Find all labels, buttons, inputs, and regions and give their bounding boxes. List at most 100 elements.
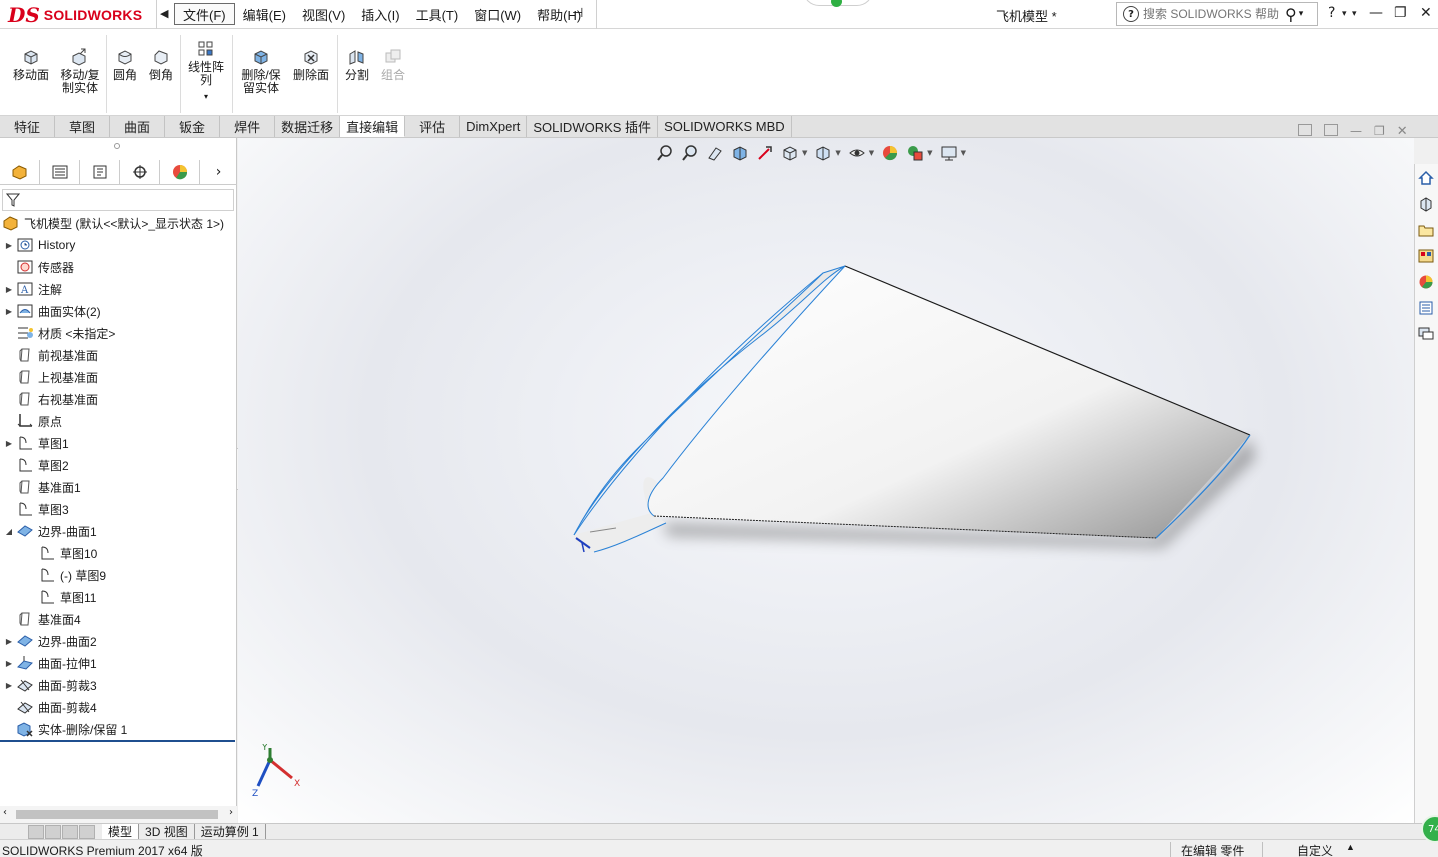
tab-3d-views[interactable]: 3D 视图 — [139, 824, 195, 839]
chevron-down-icon[interactable]: ▾ — [204, 90, 208, 103]
menu-collapse-arrow-icon[interactable]: ◀ — [160, 7, 168, 20]
file-explorer-tab[interactable] — [1415, 218, 1437, 242]
menu-window[interactable]: 窗口(W) — [466, 3, 529, 25]
tree-node[interactable]: 基准面1 — [0, 476, 237, 498]
tab-motion-study-1[interactable]: 运动算例 1 — [195, 824, 266, 839]
tab-data-migration[interactable]: 数据迁移 — [275, 116, 341, 137]
move-face-button[interactable]: 移动面 — [10, 47, 52, 82]
first-tab-icon[interactable] — [28, 824, 44, 839]
tab-sheet-metal[interactable]: 钣金 — [165, 116, 221, 137]
expand-arrow-icon[interactable]: ▶ — [4, 659, 14, 668]
units-selector[interactable]: 自定义 — [1262, 842, 1333, 857]
fillet-button[interactable]: 圆角 — [110, 47, 140, 82]
chevron-down-icon[interactable]: ▾ — [1352, 9, 1357, 19]
expand-arrow-icon[interactable]: ▶ — [4, 637, 14, 646]
tab-weldments[interactable]: 焊件 — [220, 116, 276, 137]
tab-model[interactable]: 模型 — [102, 824, 140, 839]
tab-evaluate[interactable]: 评估 — [405, 116, 461, 137]
delete-keep-body-button[interactable]: 删除/保留实体 — [238, 47, 284, 95]
chevron-down-icon[interactable]: ▾ — [1299, 9, 1304, 19]
tile-right-icon[interactable] — [1324, 124, 1338, 136]
tab-dimxpert[interactable]: DimXpert — [460, 116, 528, 137]
minimize-icon[interactable]: — — [1350, 124, 1362, 139]
close-icon[interactable]: ✕ — [1397, 124, 1408, 139]
expand-arrow-icon[interactable]: ▶ — [4, 307, 14, 316]
expand-arrow-icon[interactable]: ▶ — [4, 241, 14, 250]
split-button[interactable]: 分割 — [342, 47, 372, 82]
scrollbar-thumb[interactable] — [16, 810, 218, 819]
tree-rollback-bar[interactable] — [0, 740, 235, 742]
next-tab-icon[interactable] — [62, 824, 78, 839]
move-copy-body-button[interactable]: 移动/复制实体 — [58, 47, 102, 95]
tree-node[interactable]: 前视基准面 — [0, 344, 237, 366]
help-button[interactable]: ? — [1328, 5, 1335, 21]
search-icon[interactable]: ⚲ — [1285, 5, 1297, 24]
expand-arrow-icon[interactable]: ▶ — [4, 681, 14, 690]
expand-arrow-icon[interactable]: ▶ — [4, 439, 14, 448]
design-library-tab[interactable] — [1415, 192, 1437, 216]
scroll-left-icon[interactable]: ‹ — [3, 807, 7, 818]
tab-direct-editing[interactable]: 直接编辑 — [340, 116, 406, 137]
tree-node[interactable]: 草图10 — [0, 542, 237, 564]
solidworks-logo[interactable]: DS SOLIDWORKS — [8, 3, 142, 27]
chamfer-button[interactable]: 倒角 — [146, 47, 176, 82]
tab-navigation[interactable] — [28, 824, 98, 839]
tree-node[interactable]: ▶ 边界-曲面2 — [0, 630, 237, 652]
menu-view[interactable]: 视图(V) — [294, 3, 353, 25]
tree-filter[interactable] — [2, 189, 234, 211]
help-search-box[interactable]: ? ⚲ ▾ — [1116, 2, 1318, 26]
quick-access-flyout[interactable] — [803, 0, 873, 7]
close-icon[interactable]: ✕ — [1420, 5, 1432, 21]
tree-node[interactable]: ▶ 曲面实体(2) — [0, 300, 237, 322]
delete-face-button[interactable]: 删除面 — [290, 47, 332, 82]
minimize-icon[interactable]: — — [1369, 5, 1383, 21]
tree-node[interactable]: 基准面4 — [0, 608, 237, 630]
tab-configuration-manager[interactable] — [80, 160, 120, 184]
tree-node[interactable]: 右视基准面 — [0, 388, 237, 410]
restore-icon[interactable]: ❐ — [1374, 124, 1385, 139]
expanded-arrow-icon[interactable]: ◢ — [4, 527, 14, 536]
tree-node[interactable]: ▶ History — [0, 234, 237, 256]
custom-properties-tab[interactable] — [1415, 296, 1437, 320]
tile-left-icon[interactable] — [1298, 124, 1312, 136]
horizontal-scrollbar[interactable]: ‹ › — [0, 806, 237, 823]
pin-menu-icon[interactable]: ⊣ — [572, 6, 583, 21]
tab-solidworks-mbd[interactable]: SOLIDWORKS MBD — [658, 116, 792, 137]
menu-edit[interactable]: 编辑(E) — [235, 3, 294, 25]
panel-grip[interactable] — [114, 143, 120, 149]
tree-root-part[interactable]: 飞机模型 (默认<<默认>_显示状态 1>) — [0, 212, 237, 234]
tree-node[interactable]: 曲面-剪裁4 — [0, 696, 237, 718]
tab-surfaces[interactable]: 曲面 — [110, 116, 166, 137]
tree-node[interactable]: 原点 — [0, 410, 237, 432]
appearances-tab[interactable] — [1415, 270, 1437, 294]
tree-node[interactable]: (-) 草图9 — [0, 564, 237, 586]
menu-tools[interactable]: 工具(T) — [408, 3, 467, 25]
tree-node[interactable]: 实体-删除/保留 1 — [0, 718, 237, 740]
tree-node[interactable]: ▶ A 注解 — [0, 278, 237, 300]
tree-node[interactable]: 草图11 — [0, 586, 237, 608]
chevron-right-icon[interactable]: › — [200, 160, 237, 184]
tab-display-manager[interactable] — [160, 160, 200, 184]
tree-node[interactable]: 传感器 — [0, 256, 237, 278]
last-tab-icon[interactable] — [79, 824, 95, 839]
tree-node[interactable]: ▶ 曲面-剪裁3 — [0, 674, 237, 696]
menu-insert[interactable]: 插入(I) — [353, 3, 407, 25]
tree-node[interactable]: ◢ 边界-曲面1 — [0, 520, 237, 542]
restore-icon[interactable]: ❐ — [1394, 5, 1407, 21]
previous-tab-icon[interactable] — [45, 824, 61, 839]
combine-button[interactable]: 组合 — [378, 47, 408, 82]
menu-file[interactable]: 文件(F) — [174, 3, 235, 25]
wing-model[interactable] — [238, 138, 1414, 823]
solidworks-resources-tab[interactable] — [1415, 166, 1437, 190]
expand-arrow-icon[interactable]: ▶ — [4, 285, 14, 294]
tree-node[interactable]: 草图2 — [0, 454, 237, 476]
graphics-area[interactable]: ▼ ▼ ▼ ▼ ▼ X Y Z — [238, 138, 1414, 823]
tab-sketch[interactable]: 草图 — [55, 116, 111, 137]
help-search-input[interactable] — [1143, 7, 1283, 21]
tab-solidworks-addins[interactable]: SOLIDWORKS 插件 — [527, 116, 659, 137]
chevron-up-icon[interactable]: ▲ — [1346, 842, 1355, 852]
tree-node[interactable]: ▶ 曲面-拉伸1 — [0, 652, 237, 674]
tree-node[interactable]: 材质 <未指定> — [0, 322, 237, 344]
forum-tab[interactable] — [1415, 322, 1437, 346]
tab-features[interactable]: 特征 — [0, 116, 56, 137]
